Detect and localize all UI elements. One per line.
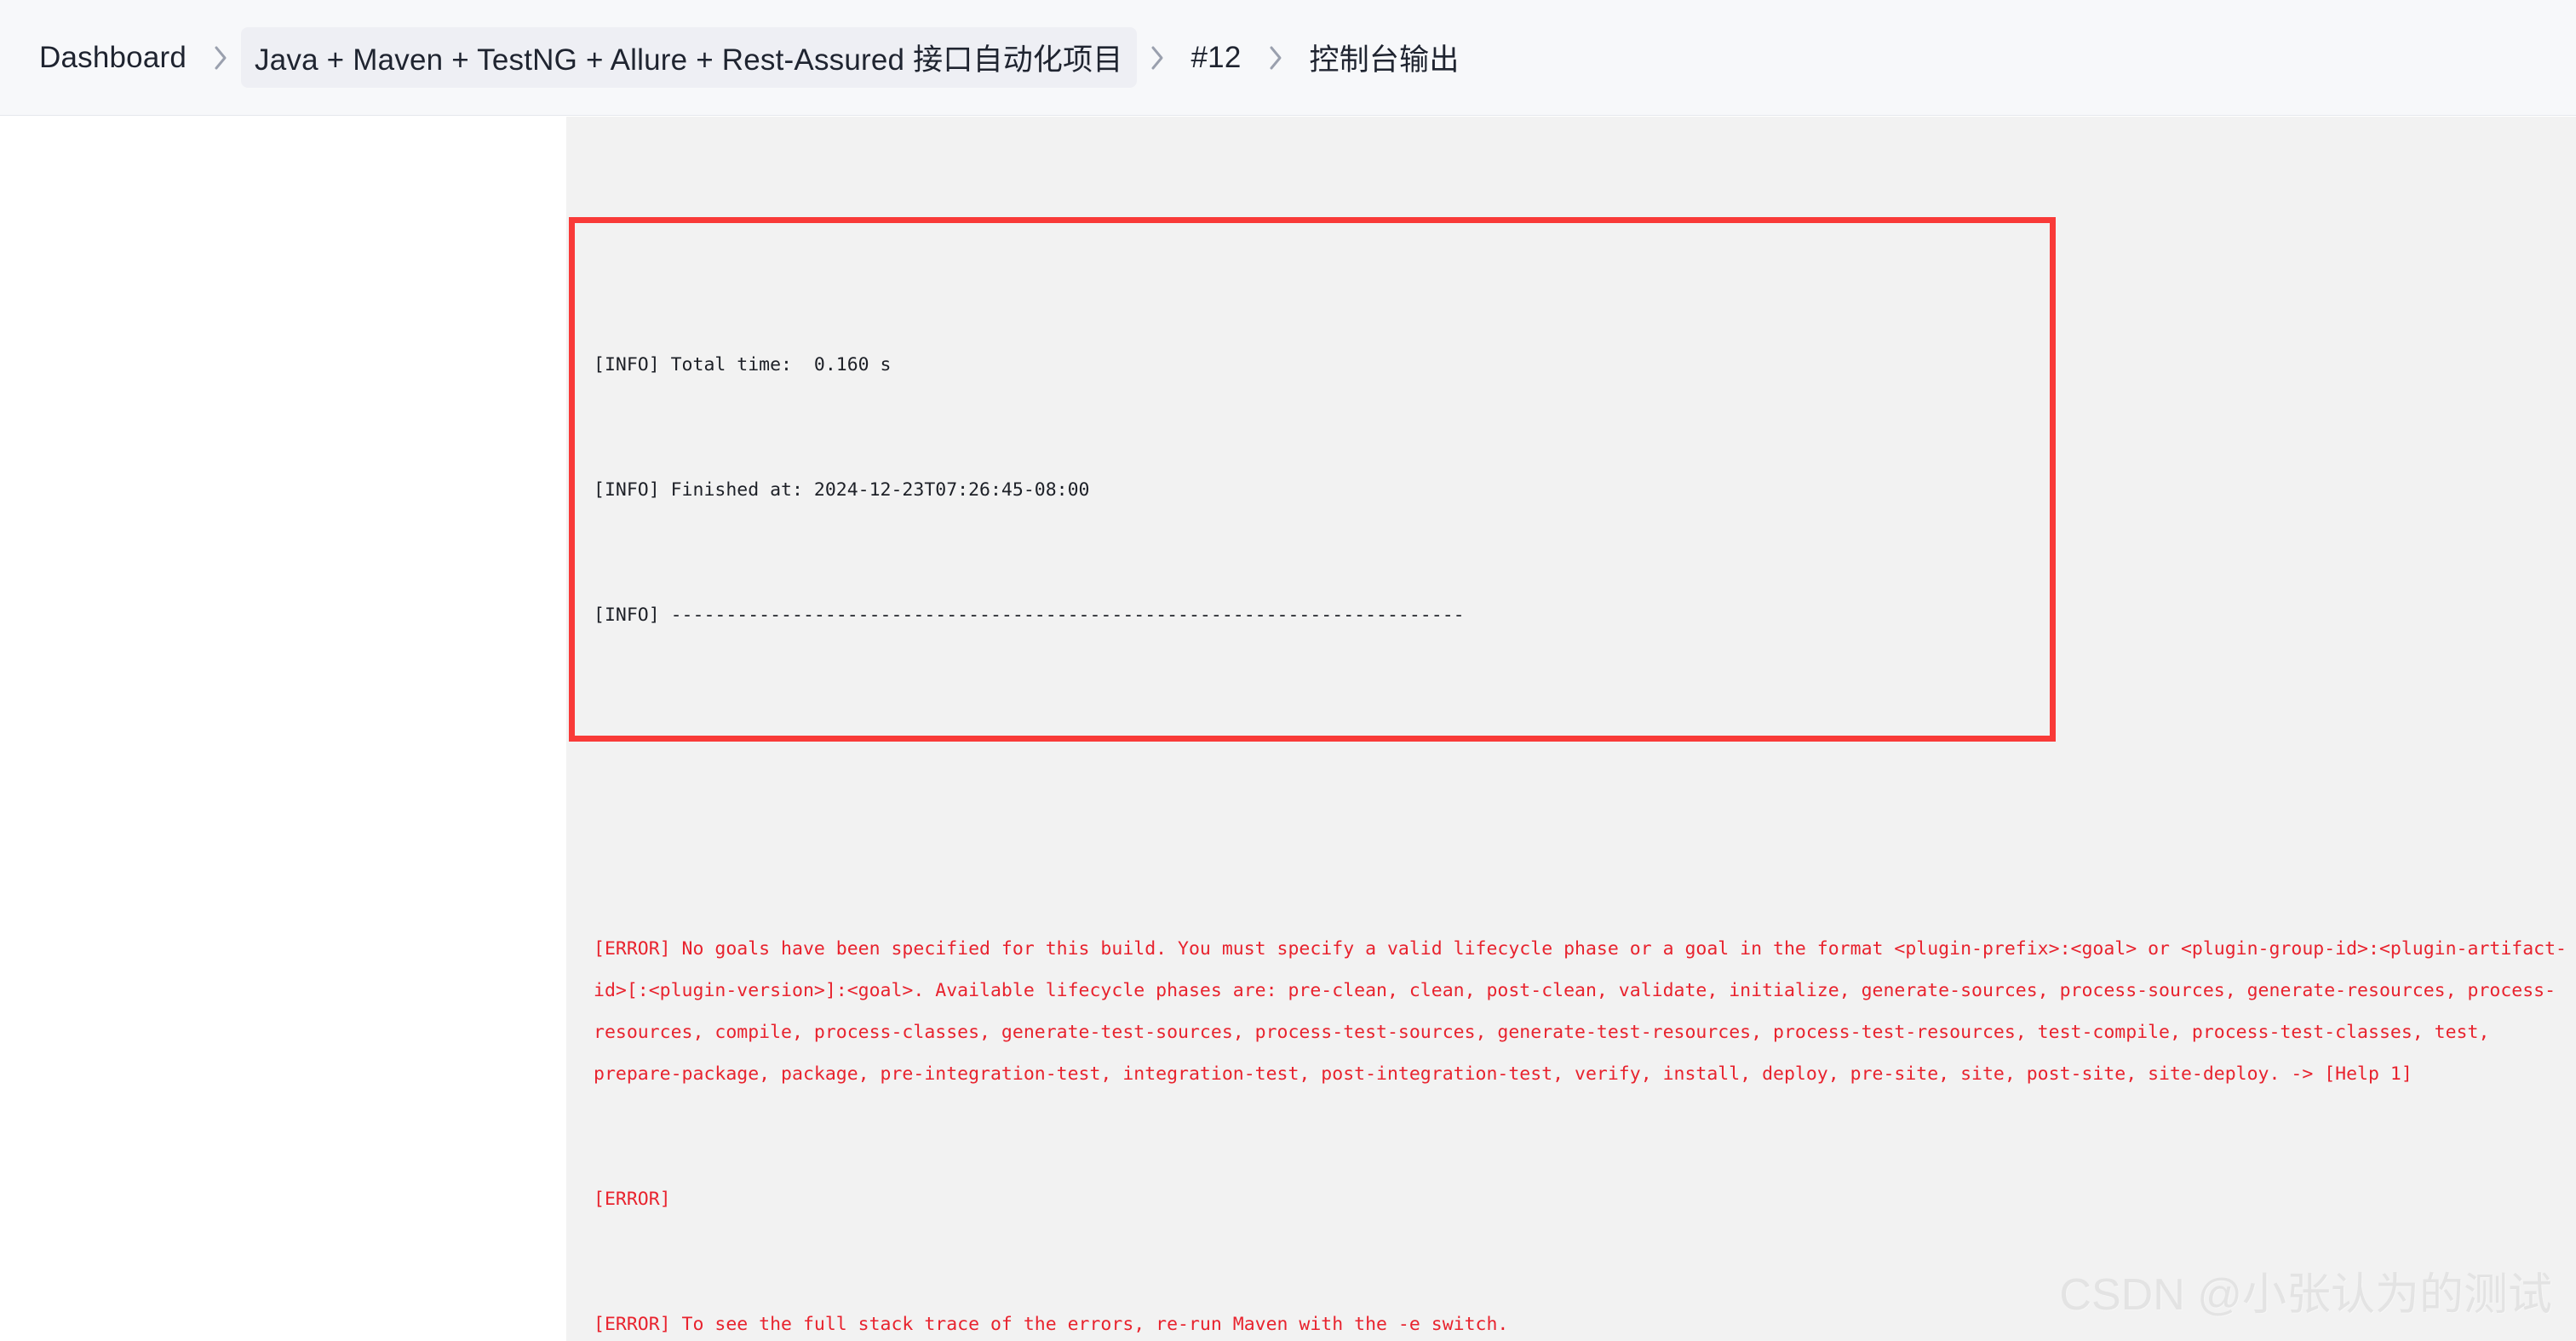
breadcrumb: Dashboard Java + Maven + TestNG + Allure… (0, 0, 1473, 115)
left-gutter (0, 117, 566, 1341)
breadcrumb-item-dashboard[interactable]: Dashboard (26, 32, 200, 83)
breadcrumb-item-build-number[interactable]: #12 (1178, 32, 1255, 83)
console-output-panel[interactable]: [INFO] Total time: 0.160 s [INFO] Finish… (566, 117, 2576, 1341)
chevron-right-icon (200, 44, 241, 72)
log-line-error: [ERROR] No goals have been specified for… (594, 938, 2567, 1085)
console-log: [INFO] Total time: 0.160 s [INFO] Finish… (594, 117, 2569, 1341)
log-line: [INFO] ---------------------------------… (594, 605, 1465, 626)
chevron-right-icon (1255, 44, 1296, 72)
breadcrumb-bar: Dashboard Java + Maven + TestNG + Allure… (0, 0, 2576, 116)
log-section-info: [INFO] Total time: 0.160 s [INFO] Finish… (594, 242, 2569, 719)
breadcrumb-item-project[interactable]: Java + Maven + TestNG + Allure + Rest-As… (241, 27, 1137, 88)
watermark: CSDN @小张认为的测试 (2059, 1270, 2552, 1320)
log-line-error: [ERROR] (594, 1189, 682, 1210)
breadcrumb-item-console-output[interactable]: 控制台输出 (1296, 27, 1473, 88)
log-line: [INFO] Finished at: 2024-12-23T07:26:45-… (594, 479, 1090, 501)
chevron-right-icon (1137, 44, 1178, 72)
log-line: [INFO] Total time: 0.160 s (594, 354, 892, 375)
